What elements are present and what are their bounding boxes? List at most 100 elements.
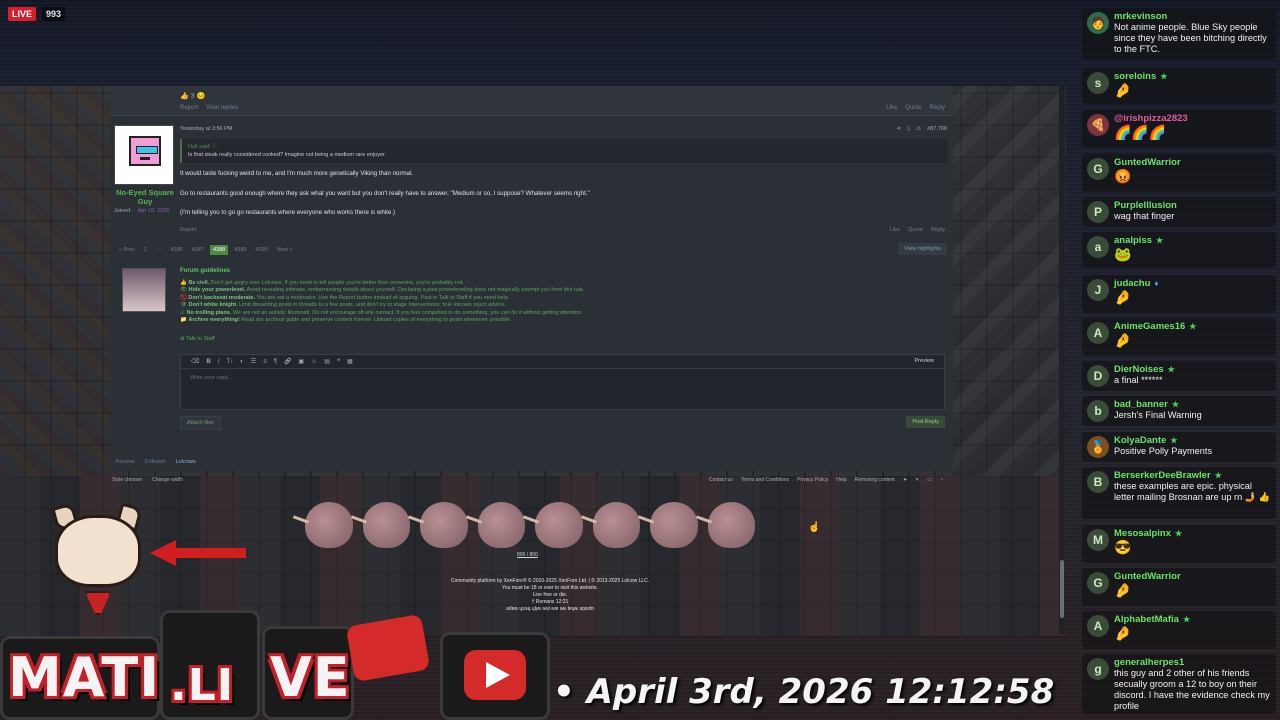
page-link[interactable]: 4387: [189, 245, 207, 255]
chat-username[interactable]: AlphabetMafia ★: [1114, 614, 1190, 625]
rss-icon[interactable]: ◔: [940, 477, 943, 483]
image-icon[interactable]: ▣: [298, 358, 304, 365]
page-link[interactable]: 4390: [252, 245, 270, 255]
chat-username[interactable]: GuntedWarrior: [1114, 157, 1181, 168]
eraser-icon[interactable]: ⌫: [191, 358, 199, 365]
reaction-summary[interactable]: 👍 3 😐: [180, 92, 205, 100]
report-link[interactable]: Report: [180, 227, 197, 233]
chat-avatar[interactable]: A: [1087, 322, 1109, 344]
chat-message[interactable]: D DierNoises ★ a final ******: [1082, 361, 1276, 391]
breadcrumb-item[interactable]: Forums: [116, 459, 135, 465]
chat-message[interactable]: A AlphabetMafia ★ 🤌: [1082, 611, 1276, 649]
post-username[interactable]: No-Eyed Square Guy: [112, 188, 178, 206]
chat-username[interactable]: @irishpizza2823: [1114, 113, 1188, 124]
chat-avatar[interactable]: A: [1087, 615, 1109, 637]
bookmark-icon[interactable]: ▯: [907, 126, 910, 132]
change-width-link[interactable]: Change width: [152, 477, 183, 483]
breadcrumb-item[interactable]: Lolcows: [176, 459, 196, 465]
chat-username[interactable]: analpiss ★: [1114, 235, 1163, 246]
page-link[interactable]: 4389: [231, 245, 249, 255]
text-size-icon[interactable]: T↕: [227, 359, 234, 365]
chat-message[interactable]: 🍕 @irishpizza2823 🌈🌈🌈: [1082, 110, 1276, 148]
attach-files-button[interactable]: Attach files: [180, 416, 221, 430]
table-icon[interactable]: ▦: [347, 358, 353, 365]
share-icon[interactable]: ⋖: [897, 126, 902, 132]
page-link[interactable]: 1: [141, 245, 150, 255]
chat-avatar[interactable]: g: [1087, 658, 1109, 680]
breadcrumb-item[interactable]: Criticism: [145, 459, 166, 465]
chat-avatar[interactable]: M: [1087, 529, 1109, 551]
chat-username[interactable]: DierNoises ★: [1114, 364, 1175, 375]
chat-username[interactable]: soreloins ★: [1114, 71, 1167, 82]
chat-message[interactable]: M Mesosalpinx ★ 😎: [1082, 525, 1276, 563]
page-ellipsis[interactable]: …: [153, 245, 165, 255]
chat-message[interactable]: B BerserkerDeeBrawler ★ these examples are …: [1082, 467, 1276, 519]
emoji-icon[interactable]: ☺: [311, 359, 317, 365]
chat-avatar[interactable]: a: [1087, 236, 1109, 258]
scrollbar-thumb[interactable]: [1060, 560, 1064, 618]
chat-avatar[interactable]: P: [1087, 201, 1109, 223]
chat-avatar[interactable]: 🧑: [1087, 12, 1109, 34]
footer-link[interactable]: Help: [836, 477, 846, 483]
chat-avatar[interactable]: 🏅: [1087, 436, 1109, 458]
scrollbar[interactable]: [1059, 86, 1065, 634]
chat-avatar[interactable]: D: [1087, 365, 1109, 387]
bold-icon[interactable]: B: [206, 359, 210, 365]
chat-message[interactable]: P PurpleIllusion wag that finger: [1082, 197, 1276, 227]
view-highlights-button[interactable]: View highlights: [898, 243, 947, 255]
view-replies-link[interactable]: View replies: [206, 105, 238, 111]
current-user-avatar[interactable]: [122, 268, 166, 312]
chat-username[interactable]: bad_banner ★: [1114, 399, 1179, 410]
next-page-link[interactable]: Next »: [274, 245, 296, 255]
post-number[interactable]: #87,760: [927, 126, 947, 132]
send-icon[interactable]: ➤: [903, 477, 907, 483]
reply-input[interactable]: Write your reply...: [190, 375, 233, 381]
chat-username[interactable]: KolyaDante ★: [1114, 435, 1177, 446]
footer-link[interactable]: Terms and Conditions: [741, 477, 789, 483]
prev-page-link[interactable]: « Prev: [116, 245, 138, 255]
warning-icon[interactable]: ⚠: [916, 126, 921, 132]
preview-button[interactable]: Preview: [914, 358, 934, 364]
footer-link[interactable]: Privacy Policy: [797, 477, 828, 483]
quote-button[interactable]: Quote: [908, 227, 923, 233]
page-link[interactable]: 4386: [167, 245, 185, 255]
chat-avatar[interactable]: J: [1087, 279, 1109, 301]
quote-icon[interactable]: ❝: [337, 358, 340, 365]
chat-message[interactable]: G GuntedWarrior 😡: [1082, 154, 1276, 192]
chat-username[interactable]: GuntedWarrior: [1114, 571, 1181, 582]
chat-message[interactable]: 🧑 mrkevinson Not anime people. Blue Sky pe…: [1082, 8, 1276, 60]
link-icon[interactable]: 🔗: [284, 358, 291, 365]
chat-avatar[interactable]: s: [1087, 72, 1109, 94]
talk-to-staff-link[interactable]: ⊕ Talk to Staff: [180, 336, 215, 342]
quote-button[interactable]: Quote: [905, 105, 921, 111]
align-icon[interactable]: ≡: [263, 359, 267, 365]
chat-message[interactable]: 🏅 KolyaDante ★ Positive Polly Payments: [1082, 432, 1276, 462]
chat-message[interactable]: b bad_banner ★ Jersh's Final Warning: [1082, 396, 1276, 426]
chat-username[interactable]: Mesosalpinx ★: [1114, 528, 1182, 539]
chat-username[interactable]: PurpleIllusion: [1114, 200, 1177, 211]
chat-avatar[interactable]: B: [1087, 471, 1109, 493]
chat-avatar[interactable]: 🍕: [1087, 114, 1109, 136]
user-avatar[interactable]: [114, 125, 174, 185]
chat-username[interactable]: AnimeGames16 ★: [1114, 321, 1196, 332]
footer-link[interactable]: Contact us: [709, 477, 733, 483]
italic-icon[interactable]: I: [218, 359, 220, 365]
media-icon[interactable]: ▤: [324, 358, 330, 365]
chat-message[interactable]: s soreloins ★ 🤌: [1082, 68, 1276, 104]
current-page[interactable]: 4388: [209, 245, 229, 255]
like-button[interactable]: Like: [890, 227, 900, 233]
kiwi-count[interactable]: 800 / 800: [517, 552, 538, 558]
reply-button[interactable]: Reply: [930, 105, 945, 111]
post-time[interactable]: Yesterday at 3:56 PM: [180, 126, 232, 132]
footer-link[interactable]: Removing content: [855, 477, 895, 483]
chat-avatar[interactable]: G: [1087, 572, 1109, 594]
quote-header[interactable]: Null said: ⓘ: [188, 142, 218, 150]
style-chooser-link[interactable]: Style chooser: [112, 477, 142, 483]
chat-username[interactable]: judachu ♦: [1114, 278, 1159, 289]
chat-username[interactable]: mrkevinson: [1114, 11, 1167, 22]
chat-avatar[interactable]: G: [1087, 158, 1109, 180]
chat-message[interactable]: a analpiss ★ 🐸: [1082, 232, 1276, 268]
report-link[interactable]: Report: [180, 105, 198, 111]
chat-avatar[interactable]: b: [1087, 400, 1109, 422]
bookmark-icon[interactable]: ▭: [927, 477, 932, 483]
